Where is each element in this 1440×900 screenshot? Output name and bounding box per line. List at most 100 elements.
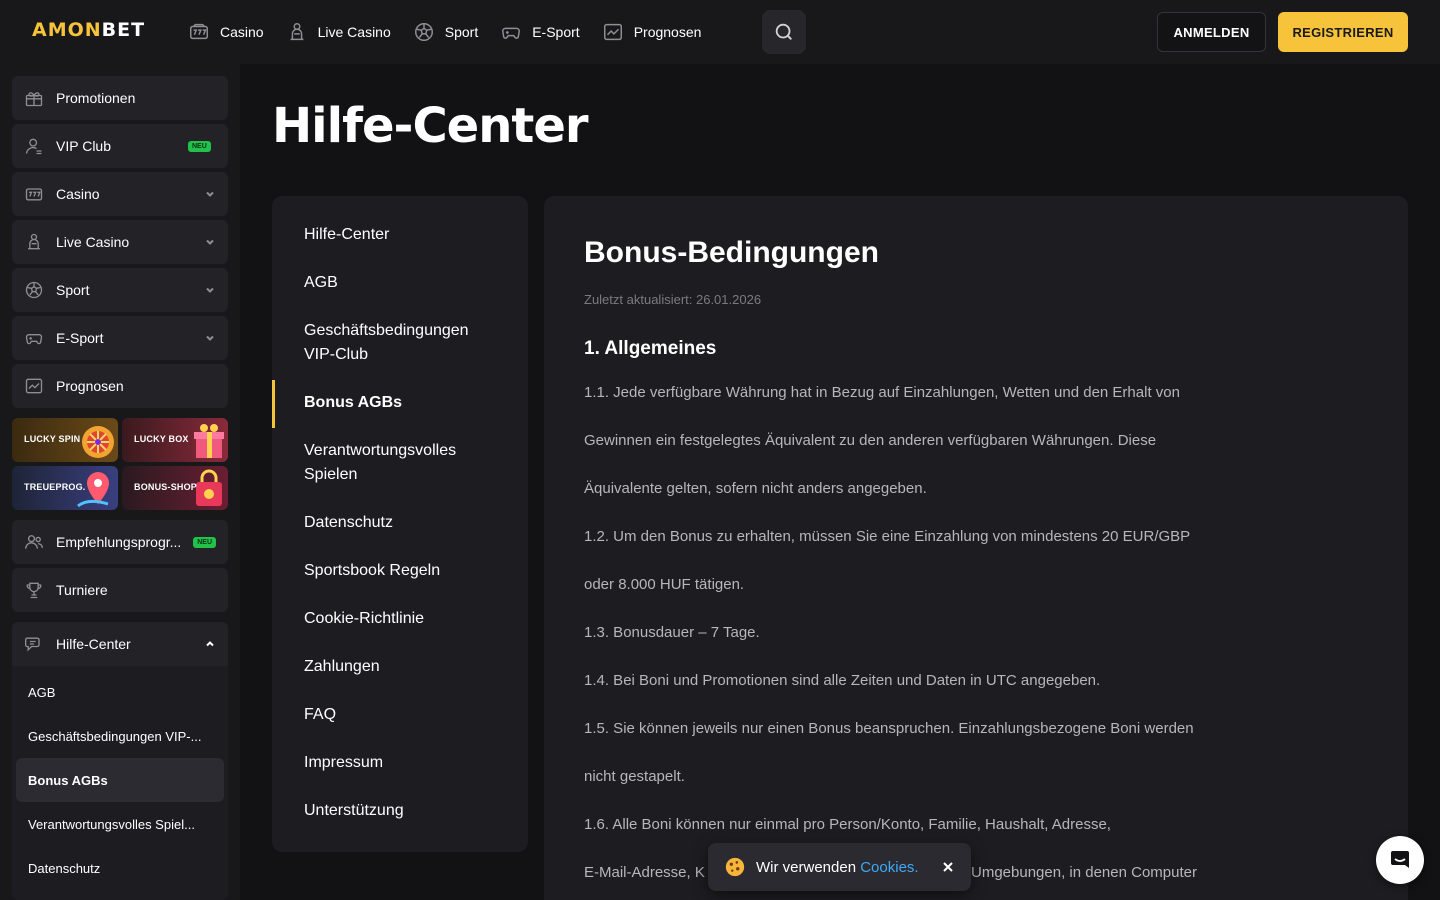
help-nav-sportsbook-rules[interactable]: Sportsbook Regeln bbox=[272, 559, 528, 583]
help-nav: Hilfe-Center AGB Geschäftsbedingungen VIP… bbox=[272, 196, 528, 852]
promo-label: BONUS-SHOP bbox=[134, 482, 198, 492]
help-nav-agb[interactable]: AGB bbox=[272, 271, 528, 295]
chevron-down-icon bbox=[204, 332, 216, 344]
content-line: nicht gestapelt. bbox=[584, 768, 685, 785]
help-nav-label: Cookie-Richtlinie bbox=[304, 610, 425, 627]
trophy-icon bbox=[24, 580, 44, 600]
promo-label: LUCKY BOX bbox=[134, 434, 189, 444]
nav-live-casino[interactable]: Live Casino bbox=[278, 10, 399, 54]
sidebar-item-label: E-Sport bbox=[56, 330, 104, 346]
content-line: 1.3. Bonusdauer – 7 Tage. bbox=[584, 624, 760, 641]
sidebar-subitem-bonus-agbs[interactable]: Bonus AGBs bbox=[16, 758, 224, 802]
chart-icon bbox=[24, 376, 44, 396]
sidebar-item-label: Promotionen bbox=[56, 90, 136, 106]
soccer-ball-icon bbox=[24, 280, 44, 300]
logo-part-2: BET bbox=[101, 19, 146, 41]
sidebar-subitem-responsible-gaming[interactable]: Verantwortungsvolles Spiel... bbox=[16, 802, 224, 846]
logo-part-1: AMON bbox=[32, 19, 102, 41]
sidebar-item-label: Casino bbox=[56, 186, 100, 202]
nav-esport[interactable]: E-Sport bbox=[492, 10, 587, 54]
gamepad-icon bbox=[500, 21, 522, 43]
chevron-down-icon bbox=[204, 236, 216, 248]
help-nav-payments[interactable]: Zahlungen bbox=[272, 655, 528, 679]
content-line: Umgebungen, in denen Computer bbox=[971, 864, 1197, 881]
gamepad-icon bbox=[24, 328, 44, 348]
sidebar-item-esport[interactable]: E-Sport bbox=[12, 316, 228, 360]
chat-help-icon bbox=[24, 634, 44, 654]
sidebar-item-vip-club[interactable]: VIP Club NEU bbox=[12, 124, 228, 168]
help-nav-label: Unterstützung bbox=[304, 802, 404, 819]
help-nav-vip-terms[interactable]: Geschäftsbedingungen VIP-Club bbox=[272, 319, 528, 367]
logo[interactable]: AMONBET bbox=[32, 19, 145, 41]
cookie-icon bbox=[724, 856, 746, 878]
dealer-icon bbox=[24, 232, 44, 252]
help-nav-label: Hilfe-Center bbox=[304, 226, 390, 243]
nav-prognosen[interactable]: Prognosen bbox=[594, 10, 710, 54]
vip-user-icon bbox=[24, 136, 44, 156]
sidebar-item-label: Empfehlungsprogr... bbox=[56, 534, 182, 550]
sidebar-item-label: VIP Club bbox=[56, 138, 111, 154]
help-nav-label: Zahlungen bbox=[304, 658, 380, 675]
content-line: 1.6. Alle Boni können nur einmal pro Per… bbox=[584, 816, 1111, 833]
content-line: oder 8.000 HUF tätigen. bbox=[584, 576, 745, 593]
sidebar-item-promotionen[interactable]: Promotionen bbox=[12, 76, 228, 120]
sidebar-item-sport[interactable]: Sport bbox=[12, 268, 228, 312]
live-chat-button[interactable] bbox=[1376, 836, 1424, 884]
cookie-link[interactable]: Cookies. bbox=[860, 859, 918, 876]
search-button[interactable] bbox=[762, 10, 806, 54]
promo-bonus-shop[interactable]: BONUS-SHOP bbox=[122, 466, 228, 510]
help-nav-bonus-agbs[interactable]: Bonus AGBs bbox=[272, 391, 528, 415]
help-nav-privacy[interactable]: Datenschutz bbox=[272, 511, 528, 535]
content-line: 1.4. Bei Boni und Promotionen sind alle … bbox=[584, 672, 1101, 689]
new-badge: NEU bbox=[188, 140, 211, 152]
top-bar: AMONBET Casino Live Casino Sport E-Sport… bbox=[0, 0, 1440, 64]
nav-esport-label: E-Sport bbox=[532, 24, 580, 40]
sidebar-item-casino[interactable]: Casino bbox=[12, 172, 228, 216]
login-button[interactable]: ANMELDEN bbox=[1157, 12, 1266, 52]
slot-machine-icon bbox=[188, 21, 210, 43]
sidebar-item-turniere[interactable]: Turniere bbox=[12, 568, 228, 612]
sidebar-item-hilfe-center[interactable]: Hilfe-Center bbox=[12, 622, 228, 666]
soccer-ball-icon bbox=[413, 21, 435, 43]
sidebar-item-label: Live Casino bbox=[56, 234, 130, 250]
sidebar-item-prognosen[interactable]: Prognosen bbox=[12, 364, 228, 408]
promo-lucky-spin[interactable]: LUCKY SPIN bbox=[12, 418, 118, 462]
promo-treueprog[interactable]: TREUEPROG. bbox=[12, 466, 118, 510]
sidebar-item-referral[interactable]: Empfehlungsprogr... NEU bbox=[12, 520, 228, 564]
cookie-message: Wir verwenden bbox=[756, 858, 857, 876]
section-title: 1. Allgemeines bbox=[584, 338, 717, 359]
help-nav-label: FAQ bbox=[304, 706, 337, 723]
sidebar-item-label: Prognosen bbox=[56, 378, 124, 394]
content-line: 1.2. Um den Bonus zu erhalten, müssen Si… bbox=[584, 528, 1191, 545]
content-line: Gewinnen ein festgelegtes Äquivalent zu … bbox=[584, 432, 1157, 449]
sidebar-item-live-casino[interactable]: Live Casino bbox=[12, 220, 228, 264]
help-nav-faq[interactable]: FAQ bbox=[272, 703, 528, 727]
users-icon bbox=[24, 532, 44, 552]
nav-live-casino-label: Live Casino bbox=[317, 24, 391, 40]
help-nav-support[interactable]: Unterstützung bbox=[272, 799, 528, 823]
main-nav: Casino Live Casino Sport E-Sport Prognos… bbox=[180, 10, 709, 54]
help-nav-impressum[interactable]: Impressum bbox=[272, 751, 528, 775]
slot-machine-icon bbox=[24, 184, 44, 204]
help-nav-hilfe-center[interactable]: Hilfe-Center bbox=[272, 223, 528, 247]
help-nav-label: Bonus AGBs bbox=[304, 394, 403, 411]
sidebar-subitem-agb[interactable]: AGB bbox=[16, 670, 224, 714]
help-nav-cookie-policy[interactable]: Cookie-Richtlinie bbox=[272, 607, 528, 631]
help-nav-responsible-gaming[interactable]: Verantwortungsvolles Spielen bbox=[272, 439, 528, 487]
sidebar-subitem-privacy[interactable]: Datenschutz bbox=[16, 846, 224, 890]
content-title: Bonus-Bedingungen bbox=[584, 236, 879, 269]
register-button[interactable]: REGISTRIEREN bbox=[1278, 12, 1408, 52]
nav-casino[interactable]: Casino bbox=[180, 10, 272, 54]
sidebar-item-label: Sport bbox=[56, 282, 90, 298]
chevron-up-icon bbox=[204, 638, 216, 650]
help-nav-label: Verantwortungsvolles bbox=[304, 442, 457, 459]
close-icon[interactable] bbox=[941, 860, 955, 874]
nav-sport[interactable]: Sport bbox=[405, 10, 486, 54]
sidebar: Promotionen VIP Club NEU Casino Live Cas… bbox=[0, 64, 240, 900]
nav-sport-label: Sport bbox=[444, 24, 479, 40]
search-icon bbox=[773, 21, 795, 43]
promo-lucky-box[interactable]: LUCKY BOX bbox=[122, 418, 228, 462]
help-nav-label: AGB bbox=[304, 274, 338, 291]
sidebar-subitem-vip-terms[interactable]: Geschäftsbedingungen VIP-... bbox=[16, 714, 224, 758]
chevron-down-icon bbox=[204, 188, 216, 200]
